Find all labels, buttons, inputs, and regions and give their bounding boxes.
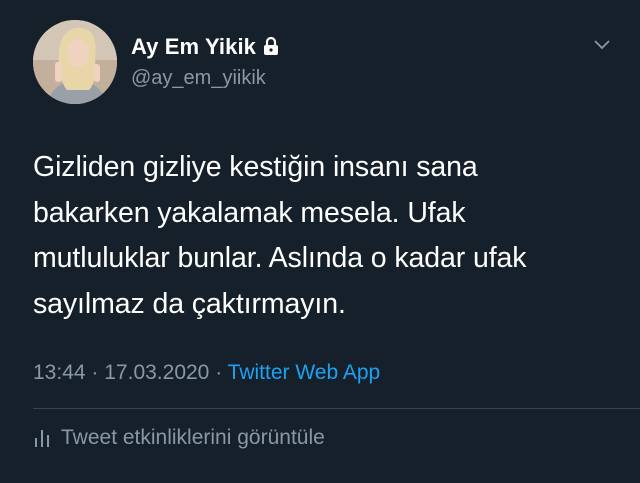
tweet-date[interactable]: 17.03.2020 [104,361,209,384]
tweet-text-line: sayılmaz da çaktırmayın. [33,287,346,320]
view-tweet-activity-label: Tweet etkinliklerini görüntüle [61,426,325,449]
meta-separator: · [91,361,99,384]
tweet-meta: 13:44 · 17.03.2020 · Twitter Web App [33,361,380,385]
tweet-source-link[interactable]: Twitter Web App [228,361,381,384]
tweet-text-line: Gizliden gizliye kestiğin insanı sana [33,151,478,183]
chevron-down-icon[interactable] [592,38,612,52]
display-name[interactable]: Ay Em Yikik [131,34,256,60]
meta-separator: · [215,361,223,384]
divider [33,408,640,409]
analytics-icon [35,430,49,447]
tweet-text: Gizliden gizliye kestiğin insanı sana ba… [33,145,623,327]
lock-icon [264,36,279,55]
user-handle[interactable]: @ay_em_yiikik [131,67,266,90]
name-row[interactable]: Ay Em Yikik [131,34,280,60]
view-tweet-activity-link[interactable]: Tweet etkinliklerini görüntüle [33,426,325,450]
tweet-text-line: mutluluklar bunlar. Aslında o kadar ufak [33,242,527,274]
tweet-time[interactable]: 13:44 [33,361,86,384]
tweet-text-line: bakarken yakalamak mesela. Ufak [33,196,466,229]
tweet-card: Ay Em Yikik @ay_em_yiikik Gizliden gizli… [0,0,640,483]
avatar[interactable] [33,20,117,104]
profile-photo-icon [33,20,117,104]
